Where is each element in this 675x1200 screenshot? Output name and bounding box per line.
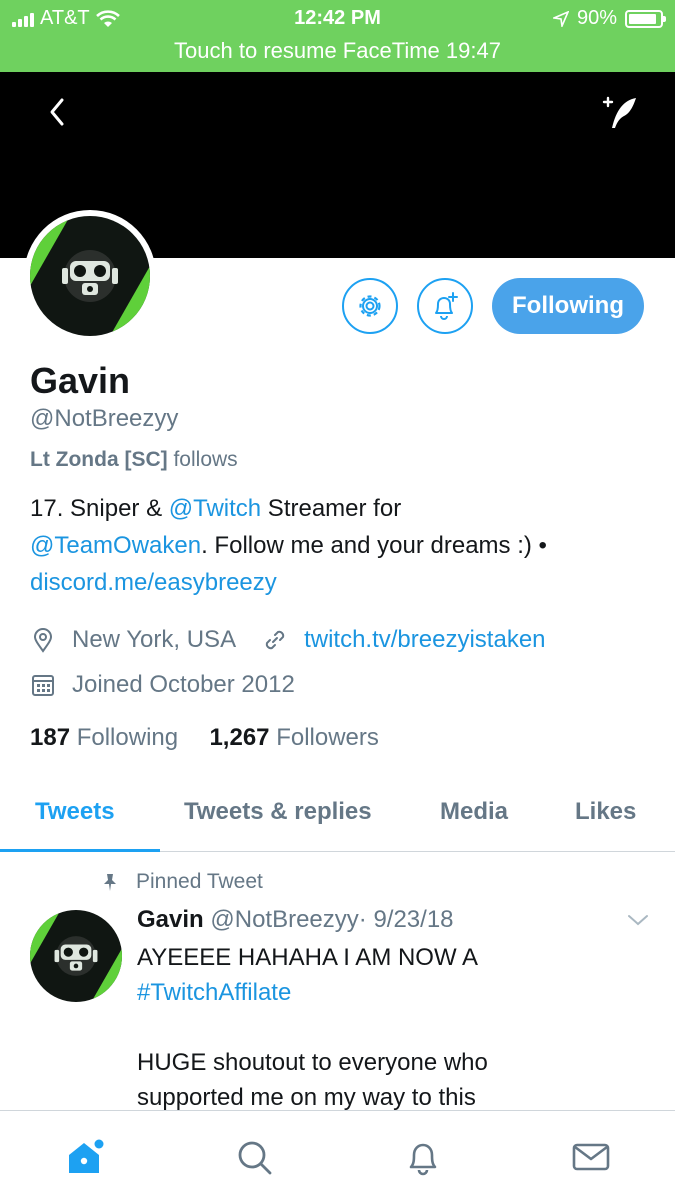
settings-button[interactable] — [342, 278, 398, 334]
nav-search[interactable] — [234, 1137, 274, 1177]
following-count: 187 — [30, 724, 71, 751]
following-label: Following — [76, 724, 179, 751]
chevron-left-icon — [50, 98, 64, 126]
profile-location: New York, USA — [72, 626, 237, 653]
bio-text-1: 17. Sniper & — [30, 495, 169, 522]
tweet-text: AYEEEE HAHAHA I AM NOW A #TwitchAffilate… — [137, 940, 637, 1115]
bio-mention-teamowaken[interactable]: @TeamOwaken — [30, 532, 201, 559]
profile-bio: 17. Sniper & @Twitch Streamer for @TeamO… — [30, 490, 650, 601]
gas-mask-logo-icon — [30, 216, 150, 336]
followed-by[interactable]: Lt Zonda [SC] follows — [30, 448, 238, 472]
compose-tweet-button[interactable] — [598, 92, 642, 132]
bio-link-discord[interactable]: discord.me/easybreezy — [30, 569, 277, 596]
following-button[interactable]: Following — [492, 278, 644, 334]
profile-joined-row: Joined October 2012 — [30, 671, 295, 699]
followed-by-suffix: follows — [167, 448, 238, 471]
calendar-icon — [32, 675, 54, 696]
tab-tweets[interactable]: Tweets — [35, 798, 115, 826]
pin-icon — [104, 874, 116, 891]
profile-avatar[interactable] — [24, 210, 156, 342]
nav-messages[interactable] — [571, 1137, 611, 1177]
tweet-author[interactable]: Gavin — [137, 906, 204, 933]
search-icon — [238, 1141, 272, 1175]
avatar — [30, 216, 150, 336]
followers-count-link[interactable]: 1,267 Followers — [209, 724, 378, 751]
tweet-handle: @NotBreezyy — [210, 906, 359, 933]
profile-tabs: Tweets Tweets & replies Media Likes — [0, 780, 675, 852]
location-arrow-icon — [552, 10, 569, 27]
gear-icon — [359, 295, 381, 317]
bio-text-3: . Follow me and your dreams :) • — [201, 532, 547, 559]
followers-label: Followers — [276, 724, 379, 751]
bio-mention-twitch[interactable]: @Twitch — [169, 495, 261, 522]
tweet-avatar[interactable] — [30, 910, 122, 1002]
bottom-navigation — [0, 1110, 675, 1200]
tab-media[interactable]: Media — [440, 798, 508, 826]
profile-handle: @NotBreezyy — [30, 405, 179, 432]
bio-text-2: Streamer for — [261, 495, 402, 522]
tab-likes[interactable]: Likes — [575, 798, 636, 826]
tweet-line-1: AYEEEE HAHAHA I AM NOW A — [137, 944, 478, 971]
facetime-resume-banner[interactable]: Touch to resume FaceTime 19:47 — [0, 38, 675, 64]
compose-feather-icon — [602, 96, 636, 128]
nav-home[interactable] — [65, 1137, 105, 1177]
tweet-header: Gavin @NotBreezyy· 9/23/18 — [137, 906, 454, 934]
follow-counts: 187 Following 1,267 Followers — [30, 724, 379, 752]
bell-plus-icon — [435, 292, 458, 320]
battery-percent: 90% — [576, 7, 617, 29]
bell-icon — [409, 1143, 437, 1176]
followed-by-name: Lt Zonda [SC] — [30, 448, 168, 471]
tweet-hashtag[interactable]: #TwitchAffilate — [137, 975, 637, 1010]
profile-name: Gavin — [30, 360, 131, 401]
notifications-toggle-button[interactable] — [417, 278, 473, 334]
tweet-menu-button[interactable] — [626, 912, 650, 933]
profile-website-link[interactable]: twitch.tv/breezyistaken — [304, 626, 545, 654]
back-button[interactable] — [40, 92, 76, 132]
following-count-link[interactable]: 187 Following — [30, 724, 178, 751]
chevron-down-icon — [628, 915, 648, 926]
pinned-label: Pinned Tweet — [136, 870, 263, 893]
tweet-line-3: HUGE shoutout to everyone who — [137, 1049, 488, 1076]
profile-meta-row: New York, USA twitch.tv/breezyistaken — [30, 626, 546, 654]
mail-icon — [572, 1143, 610, 1171]
nav-notifications[interactable] — [403, 1137, 443, 1177]
gas-mask-logo-icon — [30, 910, 122, 1002]
tweet-date[interactable]: · 9/23/18 — [359, 906, 454, 933]
battery-icon — [625, 9, 666, 28]
active-tab-indicator — [0, 849, 160, 852]
status-bar: AT&T 12:42 PM 90% Touch to resume FaceTi… — [0, 0, 675, 72]
link-icon — [265, 630, 285, 650]
home-icon — [69, 1139, 104, 1173]
location-pin-icon — [33, 628, 53, 653]
pinned-tweet-label: Pinned Tweet — [100, 870, 263, 894]
profile-joined: Joined October 2012 — [72, 671, 295, 698]
followers-count: 1,267 — [209, 724, 270, 751]
tab-tweets-replies[interactable]: Tweets & replies — [184, 798, 372, 826]
